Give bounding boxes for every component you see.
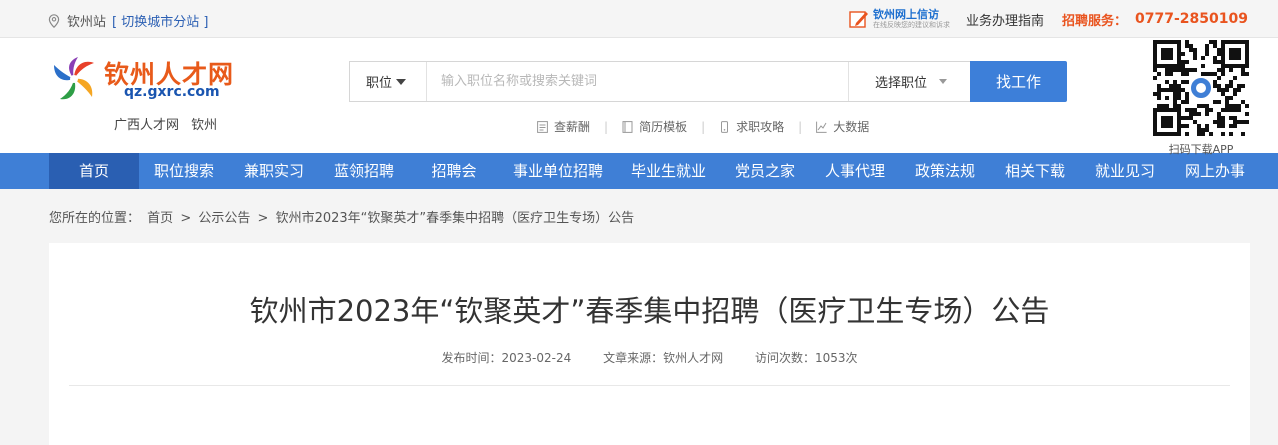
document-icon	[537, 120, 548, 133]
logo-subtitle: 广西人才网 钦州	[114, 118, 218, 133]
divider: |	[701, 119, 706, 134]
main-nav: 首页 职位搜索 兼职实习 蓝领招聘 招聘会 事业单位招聘 毕业生就业 党员之家 人事代理 政策法规…	[0, 153, 1278, 189]
hotline-number: 0777-2850109	[1135, 11, 1248, 27]
location: 钦州站 [ 切换城市分站 ]	[48, 11, 208, 30]
template-icon	[622, 120, 633, 133]
views-label: 访问次数：	[754, 351, 815, 365]
search-category-label: 职位	[366, 76, 393, 91]
views-value: 1053次	[814, 351, 858, 365]
nav-item[interactable]: 事业单位招聘	[499, 153, 617, 189]
nav-item[interactable]: 招聘会	[409, 153, 499, 189]
breadcrumb-separator: >	[257, 211, 269, 226]
divider: |	[798, 119, 803, 134]
nav-item[interactable]: 兼职实习	[229, 153, 319, 189]
petition-title: 钦州网上信访	[873, 7, 939, 21]
location-pin-icon	[48, 13, 60, 28]
nav-item[interactable]: 党员之家	[720, 153, 810, 189]
breadcrumb-section[interactable]: 公示公告	[198, 211, 250, 226]
article-title: 钦州市2023年“钦聚英才”春季集中招聘（医疗卫生专场）公告	[249, 294, 1050, 328]
qr-caption: 扫码下载APP	[1168, 143, 1234, 156]
nav-item[interactable]: 毕业生就业	[617, 153, 720, 189]
nav-item[interactable]: 职位搜索	[139, 153, 229, 189]
quick-link-resume-template[interactable]: 简历模板	[622, 118, 687, 135]
site-logo[interactable]: 钦州人才网 qz.gxrc.com 广西人才网 钦州	[50, 53, 250, 148]
search-box: 职位 选择职位	[349, 61, 970, 102]
petition-subtitle: 在线反映您的建议和诉求	[873, 20, 950, 29]
hotline-label: 招聘服务：	[1062, 13, 1128, 29]
quick-link-job-tips[interactable]: 求职攻略	[719, 118, 784, 135]
phone-icon	[721, 120, 729, 133]
select-position-dropdown[interactable]: 选择职位	[848, 62, 970, 101]
search-category-dropdown[interactable]: 职位	[350, 62, 427, 101]
source-value: 钦州人才网	[663, 351, 724, 365]
nav-item[interactable]: 人事代理	[810, 153, 900, 189]
pen-icon	[849, 11, 868, 28]
nav-item[interactable]: 政策法规	[900, 153, 990, 189]
publish-date-label: 发布时间：	[441, 351, 502, 365]
publish-date-value: 2023-02-24	[501, 351, 572, 365]
business-guide-link[interactable]: 业务办理指南	[966, 10, 1044, 29]
quick-link-label: 简历模板	[639, 120, 688, 134]
nav-item[interactable]: 相关下载	[990, 153, 1080, 189]
line-chart-icon	[816, 121, 827, 133]
qr-code-icon	[1153, 40, 1249, 136]
quick-link-label: 大数据	[833, 120, 870, 134]
article-meta: 发布时间：2023-02-24 文章来源：钦州人才网 访问次数：1053次	[49, 349, 1250, 366]
publish-date: 发布时间：2023-02-24	[441, 351, 571, 365]
breadcrumb-home[interactable]: 首页	[147, 211, 173, 226]
quick-link-salary[interactable]: 查薪酬	[537, 118, 590, 135]
app-qr-code: 扫码下载APP	[1153, 40, 1249, 156]
quick-link-label: 求职攻略	[736, 120, 785, 134]
find-job-button[interactable]: 找工作	[970, 61, 1067, 102]
switch-city-link[interactable]: [ 切换城市分站 ]	[112, 11, 208, 30]
article-source: 文章来源：钦州人才网	[603, 351, 723, 365]
top-bar: 钦州站 [ 切换城市分站 ] 钦州网上信访 在线反映您的建议和诉求 业务办理指南…	[0, 0, 1278, 38]
breadcrumb-current: 钦州市2023年“钦聚英才”春季集中招聘（医疗卫生专场）公告	[275, 211, 635, 226]
article-panel: 钦州市2023年“钦聚英才”春季集中招聘（医疗卫生专场）公告 发布时间：2023…	[49, 243, 1250, 445]
search-input[interactable]	[427, 62, 848, 101]
header: 钦州人才网 qz.gxrc.com 广西人才网 钦州 职位 选择职位 找工作 查…	[0, 38, 1278, 156]
nav-item[interactable]: 就业见习	[1080, 153, 1170, 189]
quick-link-label: 查薪酬	[554, 120, 591, 134]
chevron-down-icon	[396, 78, 407, 85]
divider: |	[604, 119, 609, 134]
logo-swirl-icon	[54, 57, 94, 100]
select-position-label: 选择职位	[875, 76, 928, 91]
quick-link-big-data[interactable]: 大数据	[816, 118, 869, 135]
breadcrumb: 您所在的位置： 首页 > 公示公告 > 钦州市2023年“钦聚英才”春季集中招聘…	[49, 207, 637, 226]
view-count: 访问次数：1053次	[755, 351, 858, 365]
job-search-bar: 职位 选择职位 找工作	[349, 61, 1067, 102]
chevron-down-icon	[939, 79, 948, 84]
nav-item[interactable]: 首页	[49, 153, 139, 189]
nav-item[interactable]: 蓝领招聘	[319, 153, 409, 189]
online-petition-link[interactable]: 钦州网上信访 在线反映您的建议和诉求	[849, 7, 950, 30]
quick-links: 查薪酬 | 简历模板 | 求职攻略 | 大数据	[537, 118, 869, 135]
breadcrumb-label: 您所在的位置：	[49, 211, 141, 226]
breadcrumb-separator: >	[180, 211, 192, 226]
title-divider	[69, 385, 1230, 386]
top-links: 钦州网上信访 在线反映您的建议和诉求 业务办理指南 招聘服务： 0777-285…	[849, 0, 1248, 38]
nav-item[interactable]: 网上办事	[1170, 153, 1260, 189]
source-label: 文章来源：	[603, 351, 664, 365]
logo-url: qz.gxrc.com	[124, 84, 220, 100]
station-name: 钦州站	[67, 15, 107, 30]
